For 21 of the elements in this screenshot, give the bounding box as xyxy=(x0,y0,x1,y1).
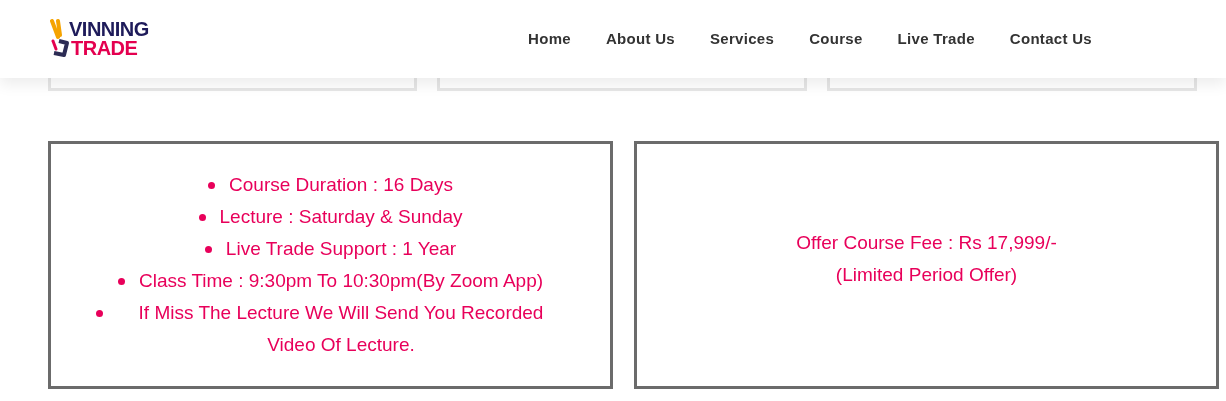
bullet-icon xyxy=(208,182,216,189)
nav-link[interactable]: Services xyxy=(710,27,775,51)
bullet-icon xyxy=(117,278,125,285)
nav-link[interactable]: Home xyxy=(528,27,571,51)
course-detail: Lecture : Saturday & Sunday xyxy=(219,205,463,229)
course-detail: If Miss The Lecture We Will Send You Recorded Video Of Lecture. xyxy=(137,301,545,357)
course-detail: Class Time : 9:30pm To 10:30pm(By Zoom App) xyxy=(138,269,544,293)
bullet-icon xyxy=(198,214,206,221)
nav-link[interactable]: About Us xyxy=(605,27,675,51)
bullet-icon xyxy=(95,310,103,317)
nav-link[interactable]: Live Trade xyxy=(897,27,975,51)
logo-text: TRADE xyxy=(71,39,139,58)
course-detail: Course Duration : 16 Days xyxy=(229,173,453,197)
nav-link[interactable]: Contact Us xyxy=(1009,27,1092,51)
fee-text: Offer Course Fee : Rs 17,999/- xyxy=(796,231,1057,255)
logo[interactable]: VINNING TRADE xyxy=(50,19,149,59)
logo-text: VINNING xyxy=(69,20,149,39)
nav-link[interactable]: Course xyxy=(809,27,863,51)
course-detail: Live Trade Support : 1 Year xyxy=(225,237,457,261)
fee-text: (Limited Period Offer) xyxy=(835,263,1018,287)
bullet-icon xyxy=(204,246,212,253)
